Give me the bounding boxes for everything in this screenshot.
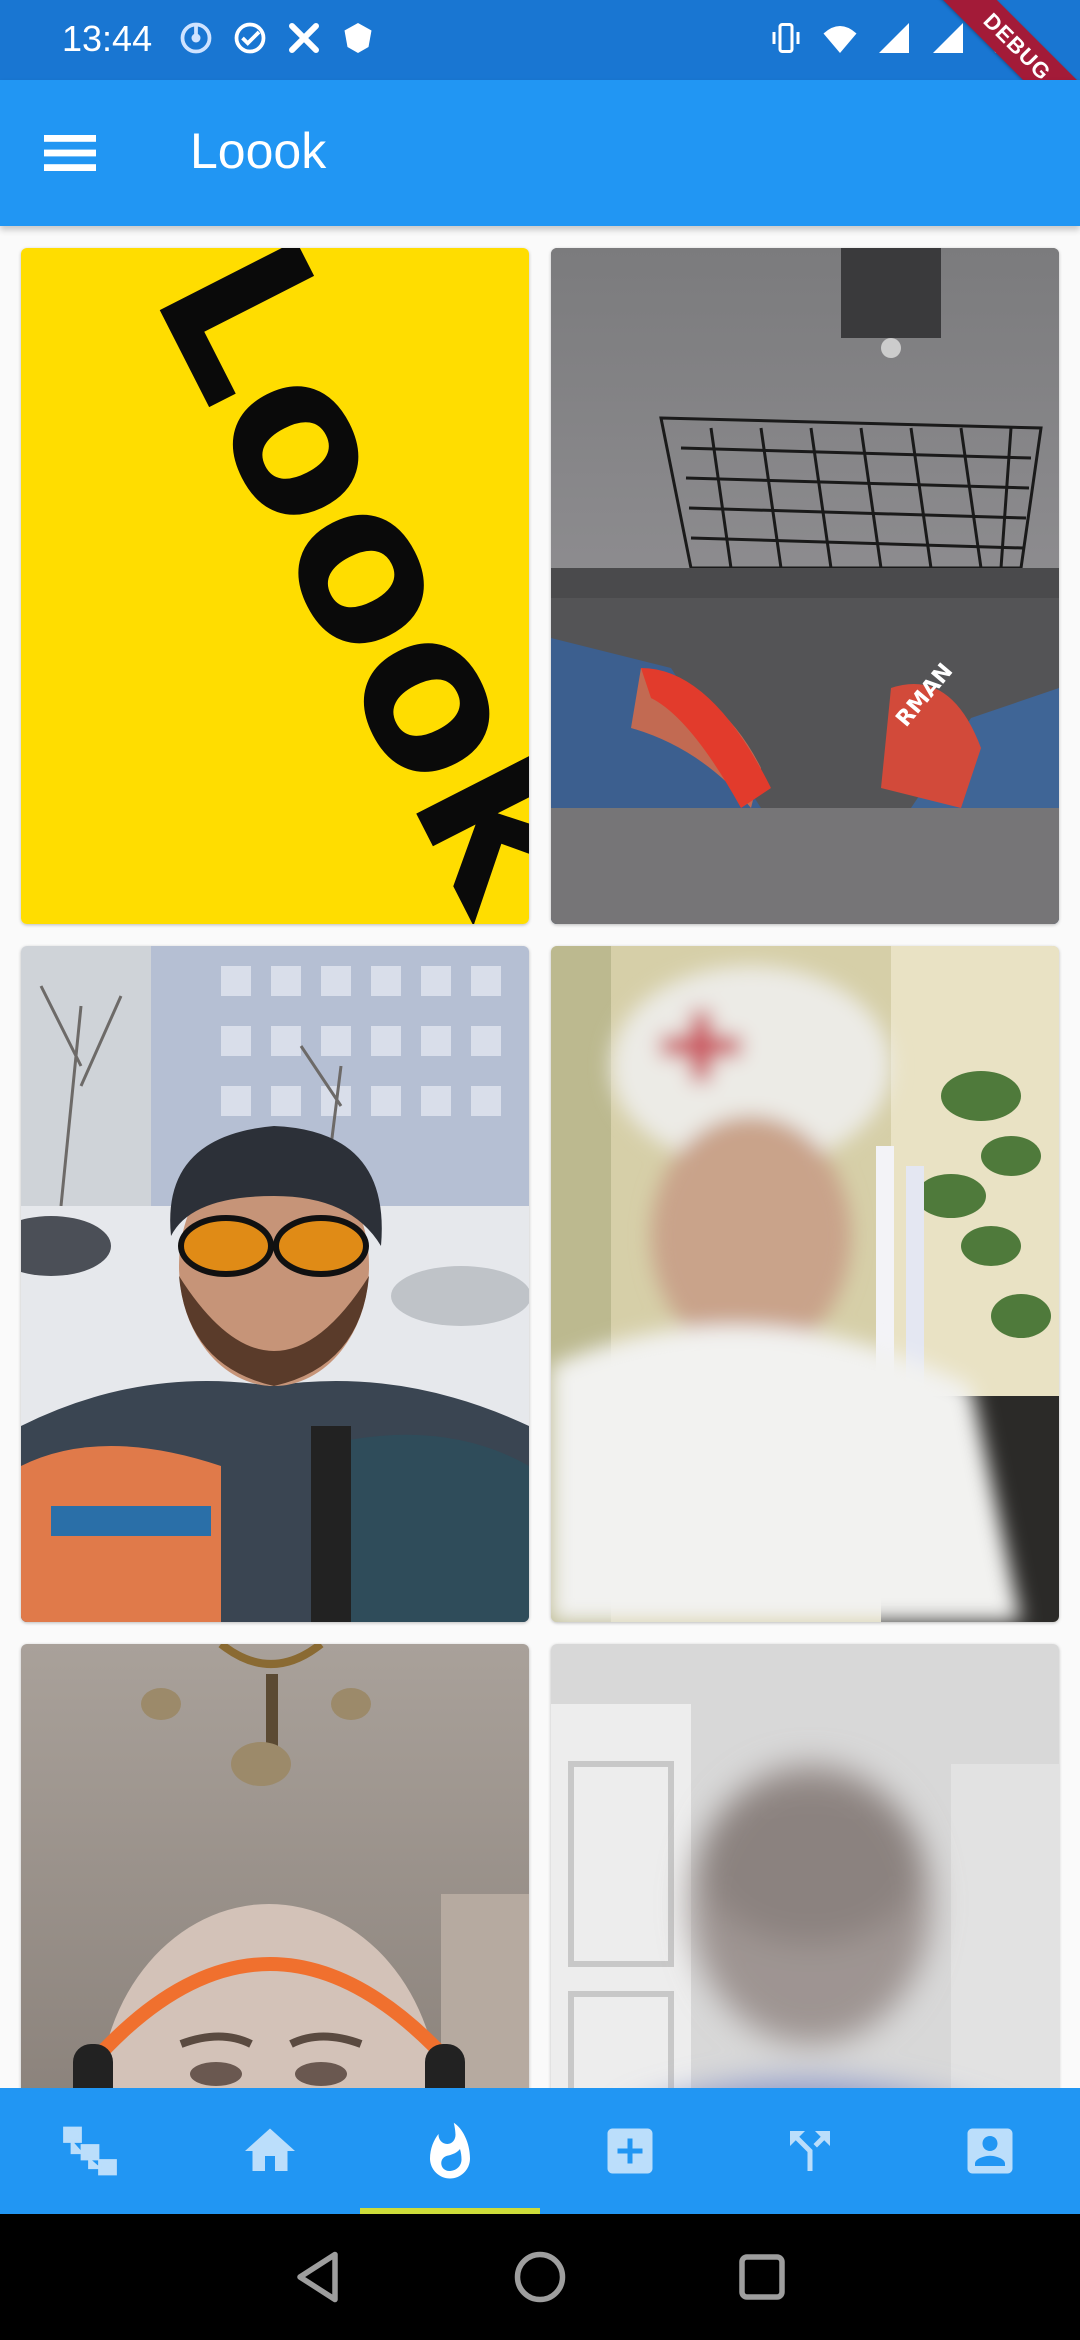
status-bar: 13:44 [0, 0, 1080, 80]
wifi-icon [823, 26, 857, 53]
nav-hierarchy[interactable] [0, 2088, 180, 2214]
app-title: Loook [190, 123, 327, 179]
feed-tile-bus-seat[interactable]: RMAN [551, 248, 1059, 924]
system-navigation-bar [0, 2214, 1080, 2340]
feed-tile-nurse[interactable] [551, 946, 1059, 1622]
feed-tile-logo[interactable]: Loook [21, 248, 529, 924]
headphones-selfie-photo [21, 1644, 529, 2088]
nav-fork[interactable] [720, 2088, 900, 2214]
home-icon [245, 2128, 295, 2171]
feed-tile-blurred-person[interactable] [551, 1644, 1059, 2088]
photo-feed-grid: Loook RMAN [0, 226, 1080, 2088]
status-time: 13:44 [62, 18, 153, 59]
app-bar: Loook [0, 80, 1080, 226]
blurred-person-photo [551, 1644, 1059, 2088]
home-circle-icon[interactable] [510, 2247, 570, 2307]
nav-add[interactable] [540, 2088, 720, 2214]
bottom-navigation [0, 2088, 1080, 2214]
nav-home[interactable] [180, 2088, 360, 2214]
check-circle-icon [234, 22, 266, 54]
nurse-costume-photo [551, 946, 1059, 1622]
music-sync-icon [180, 22, 212, 54]
nav-flame[interactable] [360, 2088, 540, 2214]
signal-icon [879, 23, 909, 53]
shield-icon [344, 23, 372, 53]
hierarchy-icon [63, 2126, 117, 2176]
feed-tile-headphones-selfie[interactable] [21, 1644, 529, 2088]
back-icon[interactable] [290, 2247, 350, 2307]
feed-tile-winter-selfie[interactable] [21, 946, 529, 1622]
menu-icon[interactable] [40, 125, 100, 181]
nav-profile[interactable] [900, 2088, 1080, 2214]
add-box-icon [607, 2128, 653, 2174]
status-notification-icons [178, 20, 376, 56]
winter-selfie-photo [21, 946, 529, 1622]
signal-icon [933, 23, 963, 53]
bus-seat-photo: RMAN [551, 248, 1059, 924]
fork-icon [790, 2131, 830, 2171]
recents-icon[interactable] [732, 2247, 792, 2307]
profile-icon [967, 2128, 1013, 2174]
vibrate-icon [772, 23, 800, 53]
flame-icon [430, 2122, 470, 2179]
tools-icon [289, 23, 319, 53]
loook-logo-image: Loook [21, 248, 529, 924]
